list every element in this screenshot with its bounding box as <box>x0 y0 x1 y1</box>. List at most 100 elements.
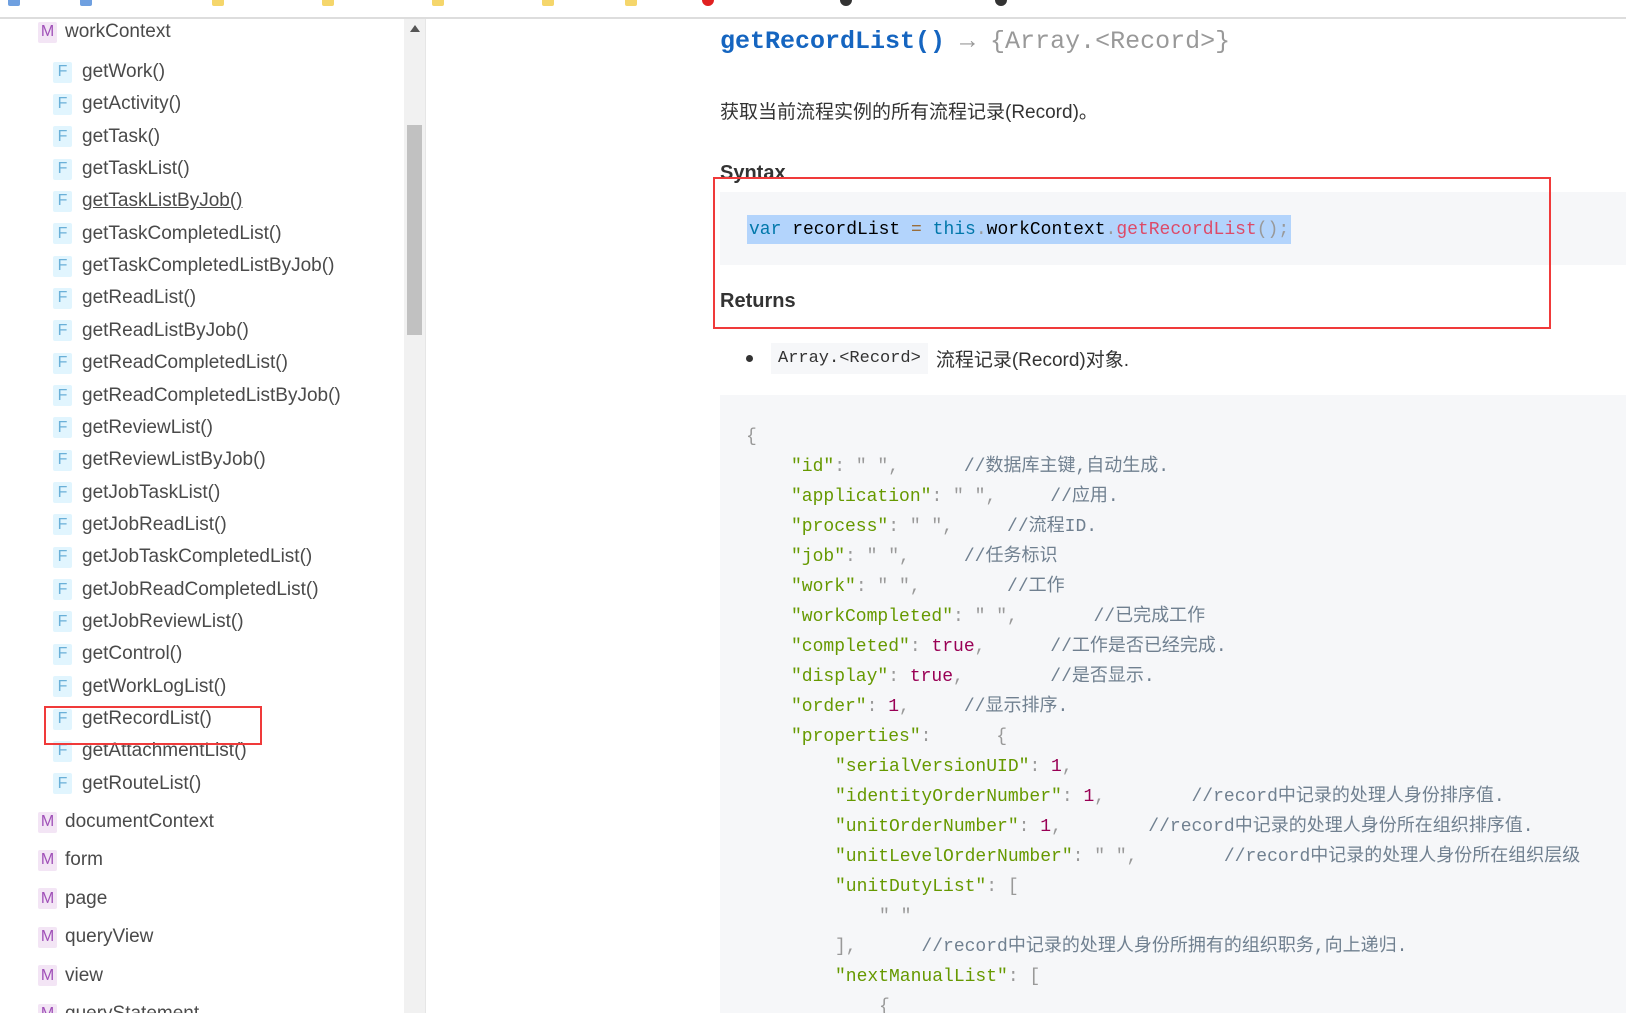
sidebar-item-label: documentContext <box>65 811 214 832</box>
sidebar-function-item[interactable]: FgetJobTaskList() <box>53 478 220 508</box>
json-comment: //任务标识 <box>963 547 1058 567</box>
json-space <box>857 937 922 957</box>
json-key: "properties" <box>791 727 921 747</box>
json-line: "order": 1, //显示排序. <box>791 692 1068 722</box>
sidebar-function-item[interactable]: FgetRouteList() <box>53 769 201 799</box>
json-comment: //应用. <box>1050 487 1119 507</box>
sidebar-function-item[interactable]: FgetTaskList() <box>53 154 190 184</box>
folder-icon[interactable] <box>625 0 637 6</box>
json-key: "identityOrderNumber" <box>835 787 1062 807</box>
sidebar-function-item[interactable]: FgetTaskCompletedList() <box>53 219 282 249</box>
function-icon: F <box>53 126 72 148</box>
bookmark-icon[interactable] <box>80 0 92 6</box>
sidebar-function-item[interactable]: FgetJobReviewList() <box>53 607 244 637</box>
json-line: "workCompleted": " ", //已完成工作 <box>791 602 1205 632</box>
json-value: true <box>909 667 954 687</box>
function-icon: F <box>53 417 72 439</box>
sidebar-function-item[interactable]: FgetActivity() <box>53 89 181 119</box>
json-line: "completed": true, //工作是否已经完成. <box>791 632 1227 662</box>
json-space <box>985 637 1050 657</box>
scroll-up-arrow-icon[interactable] <box>410 25 420 32</box>
json-key: "unitOrderNumber" <box>835 817 1019 837</box>
sidebar-item-label: getJobReadCompletedList() <box>82 578 319 600</box>
json-punct: : <box>866 697 889 717</box>
bookmark-icon[interactable] <box>995 0 1007 6</box>
json-value: true <box>931 637 975 657</box>
json-line: "properties": { <box>791 722 1007 752</box>
sidebar-function-item[interactable]: FgetTaskListByJob() <box>53 186 243 216</box>
sidebar-module-workcontext[interactable]: MworkContext <box>38 19 171 47</box>
highlight-box-syntax <box>713 177 1551 329</box>
function-icon: F <box>53 546 72 568</box>
sidebar-function-item[interactable]: FgetReadCompletedListByJob() <box>53 381 341 411</box>
json-space <box>910 697 964 717</box>
sidebar-function-item[interactable]: FgetTask() <box>53 122 160 152</box>
sidebar-function-item[interactable]: FgetReadListByJob() <box>53 316 249 346</box>
sidebar-function-item[interactable]: FgetTaskCompletedListByJob() <box>53 251 334 281</box>
json-key: "job" <box>791 547 846 567</box>
folder-icon[interactable] <box>542 0 554 6</box>
module-icon: M <box>38 926 57 948</box>
sidebar-module-item[interactable]: Mform <box>38 845 103 875</box>
sidebar-item-label: getControl() <box>82 643 183 665</box>
json-space <box>1137 847 1223 867</box>
sidebar-module-item[interactable]: Mpage <box>38 884 107 914</box>
return-signature: → {Array.<Record>} <box>945 27 1231 56</box>
json-punct: : " ", <box>845 547 910 567</box>
json-line: "unitLevelOrderNumber": " ", //record中记录… <box>835 842 1580 872</box>
json-comment: //显示排序. <box>963 697 1069 717</box>
sidebar-function-item[interactable]: FgetReviewListByJob() <box>53 445 266 475</box>
sidebar-function-item[interactable]: FgetJobReadList() <box>53 510 227 540</box>
highlight-box-sidebar <box>44 706 262 745</box>
sidebar-function-item[interactable]: FgetControl() <box>53 639 182 669</box>
sidebar-module-item[interactable]: MdocumentContext <box>38 807 214 837</box>
bullet-icon <box>746 355 753 362</box>
module-icon: M <box>38 21 57 43</box>
sidebar-item-label: queryView <box>65 926 154 948</box>
function-icon: F <box>53 579 72 601</box>
bookmark-icon[interactable] <box>8 0 20 6</box>
folder-icon[interactable] <box>322 0 334 6</box>
sidebar-item-label: getActivity() <box>82 93 182 115</box>
sidebar-module-item[interactable]: Mview <box>38 961 103 991</box>
module-icon: M <box>38 1003 57 1013</box>
function-icon: F <box>53 385 72 406</box>
example-json-block: {"id": " ", //数据库主键,自动生成. "application": … <box>720 395 1626 1013</box>
json-comment: //工作是否已经完成. <box>1050 637 1227 657</box>
bookmark-icon[interactable] <box>702 0 714 6</box>
json-key: "nextManualList" <box>835 967 1008 987</box>
function-icon: F <box>53 482 72 504</box>
sidebar-module-item[interactable]: MqueryView <box>38 922 153 952</box>
json-key: "process" <box>791 517 889 537</box>
sidebar-function-item[interactable]: FgetWorkLogList() <box>53 672 226 702</box>
sidebar-item-label: getReadListByJob() <box>82 319 249 341</box>
folder-icon[interactable] <box>212 0 224 6</box>
github-icon[interactable] <box>840 0 852 6</box>
api-sidebar: MworkContext FgetWork() FgetActivity() Fget… <box>0 19 404 1013</box>
sidebar-function-item[interactable]: FgetReadList() <box>53 283 196 313</box>
function-icon: F <box>53 514 72 536</box>
json-key: "work" <box>791 577 856 597</box>
sidebar-item-label: getReviewList() <box>82 416 213 438</box>
sidebar-function-item[interactable]: FgetReadCompletedList() <box>53 348 288 378</box>
json-key: "unitDutyList" <box>835 877 987 897</box>
function-icon: F <box>53 773 72 795</box>
json-space <box>899 457 964 477</box>
sidebar-function-item[interactable]: FgetJobReadCompletedList() <box>53 575 319 605</box>
json-key: "unitLevelOrderNumber" <box>835 847 1073 867</box>
json-punct: : <box>909 637 932 657</box>
sidebar-function-item[interactable]: FgetJobTaskCompletedList() <box>53 542 312 572</box>
sidebar-item-label: getTask() <box>82 125 161 147</box>
json-key: "display" <box>791 667 889 687</box>
folder-icon[interactable] <box>432 0 444 6</box>
module-icon: M <box>38 965 57 987</box>
sidebar-scrollbar[interactable] <box>404 19 426 1013</box>
sidebar-module-item[interactable]: MqueryStatement <box>38 999 199 1013</box>
json-key: "completed" <box>791 637 910 657</box>
scrollbar-thumb[interactable] <box>407 125 422 335</box>
json-space <box>964 667 1050 687</box>
sidebar-item-label: getReviewListByJob() <box>82 449 266 471</box>
sidebar-function-item[interactable]: FgetWork() <box>53 57 165 87</box>
sidebar-function-item[interactable]: FgetReviewList() <box>53 413 213 443</box>
bookmarks-bar <box>0 0 1626 19</box>
